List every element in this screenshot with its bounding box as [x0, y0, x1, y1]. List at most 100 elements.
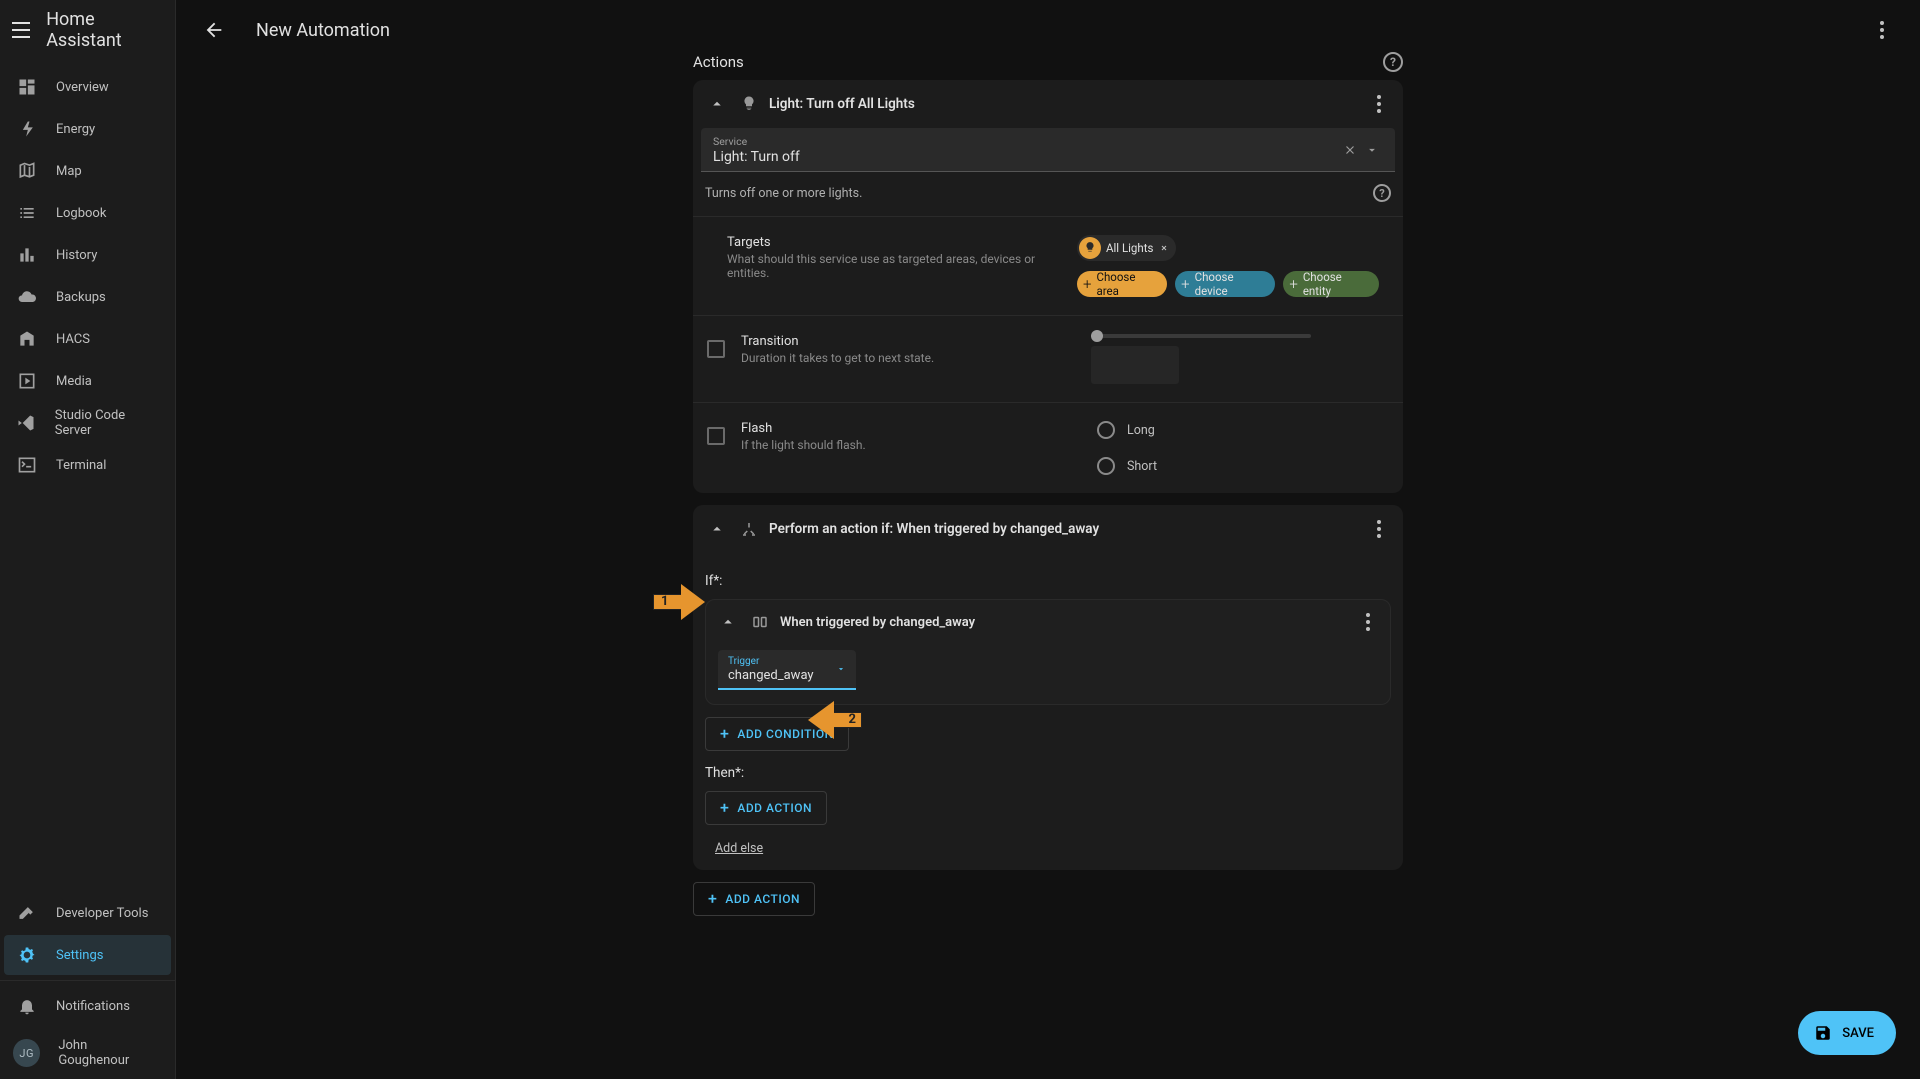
- plus-icon: +: [708, 894, 717, 904]
- targets-title: Targets: [727, 235, 1077, 250]
- choose-area-chip[interactable]: +Choose area: [1077, 271, 1167, 297]
- sidebar-item-map[interactable]: Map: [4, 151, 171, 191]
- sidebar-item-notifications[interactable]: Notifications: [4, 986, 171, 1026]
- bell-icon: [16, 995, 38, 1017]
- chevron-up-icon: [708, 95, 726, 113]
- map-icon: [16, 160, 38, 182]
- chevron-down-icon: [836, 662, 846, 678]
- clear-button[interactable]: [1339, 139, 1361, 161]
- sidebar-item-devtools[interactable]: Developer Tools: [4, 893, 171, 933]
- card-title: Light: Turn off All Lights: [769, 96, 915, 112]
- choose-entity-chip[interactable]: +Choose entity: [1283, 271, 1379, 297]
- sidebar-item-hacs[interactable]: HACS: [4, 319, 171, 359]
- transition-slider[interactable]: [1091, 334, 1311, 338]
- sidebar-item-settings[interactable]: Settings: [4, 935, 171, 975]
- help-icon[interactable]: ?: [1373, 184, 1391, 202]
- if-label: If*:: [705, 573, 1391, 589]
- sidebar-item-media[interactable]: Media: [4, 361, 171, 401]
- radio-label: Long: [1127, 423, 1155, 438]
- card-header: Light: Turn off All Lights: [693, 80, 1403, 128]
- menu-icon[interactable]: [12, 22, 30, 38]
- transition-value-input[interactable]: [1091, 346, 1179, 384]
- terminal-icon: [16, 454, 38, 476]
- more-vert-icon: [1377, 520, 1381, 538]
- chip-label: Choose device: [1195, 270, 1266, 298]
- targets-row: Targets What should this service use as …: [693, 217, 1403, 315]
- inner-more-button[interactable]: [1356, 610, 1380, 634]
- flash-sub: If the light should flash.: [741, 438, 1091, 452]
- collapse-button[interactable]: [705, 92, 729, 116]
- sidebar-item-user[interactable]: JG John Goughenour: [4, 1028, 171, 1078]
- sidebar-item-history[interactable]: History: [4, 235, 171, 275]
- sidebar-item-studio-code[interactable]: Studio Code Server: [4, 403, 171, 443]
- brand-title: Home Assistant: [46, 9, 163, 51]
- card-body: If*: When triggered by changed_away: [693, 553, 1403, 870]
- service-select[interactable]: Service Light: Turn off: [701, 128, 1395, 172]
- nav-label: Overview: [56, 80, 109, 95]
- plus-icon: +: [720, 803, 729, 813]
- chip-remove-button[interactable]: [1160, 241, 1168, 255]
- nav-label: Backups: [56, 290, 106, 305]
- bolt-icon: [16, 118, 38, 140]
- sidebar-item-logbook[interactable]: Logbook: [4, 193, 171, 233]
- flash-short-radio[interactable]: Short: [1097, 457, 1157, 475]
- target-chip-all-lights[interactable]: All Lights: [1077, 235, 1176, 261]
- add-action-inner-button[interactable]: + ADD ACTION: [705, 791, 827, 825]
- sidebar-item-backups[interactable]: Backups: [4, 277, 171, 317]
- nav-label: Studio Code Server: [55, 408, 159, 438]
- hacs-icon: [16, 328, 38, 350]
- collapse-button[interactable]: [716, 610, 740, 634]
- trigger-label: Trigger: [728, 656, 836, 667]
- sidebar-item-terminal[interactable]: Terminal: [4, 445, 171, 485]
- nav-label: Map: [56, 164, 82, 179]
- nav-label: Terminal: [56, 458, 106, 473]
- gear-icon: [16, 944, 38, 966]
- condition-card: When triggered by changed_away Trigger c…: [705, 599, 1391, 705]
- flash-title: Flash: [741, 421, 1091, 436]
- more-vert-icon: [1377, 95, 1381, 113]
- collapse-button[interactable]: [705, 517, 729, 541]
- add-condition-button[interactable]: + ADD CONDITION: [705, 717, 849, 751]
- nav-label: Developer Tools: [56, 906, 148, 921]
- section-header: Actions ?: [693, 52, 1403, 72]
- transition-title: Transition: [741, 334, 1091, 349]
- service-description-row: Turns off one or more lights. ?: [693, 180, 1403, 216]
- inner-header: When triggered by changed_away: [706, 600, 1390, 644]
- close-icon: [1160, 244, 1168, 252]
- chip-label: All Lights: [1106, 241, 1153, 255]
- dropdown-button[interactable]: [1361, 139, 1383, 161]
- flash-checkbox[interactable]: [707, 427, 725, 445]
- lightbulb-icon: [1079, 237, 1101, 259]
- chevron-down-icon: [1365, 143, 1379, 157]
- transition-checkbox[interactable]: [707, 340, 725, 358]
- choose-device-chip[interactable]: +Choose device: [1175, 271, 1275, 297]
- radio-icon: [1097, 457, 1115, 475]
- hammer-icon: [16, 902, 38, 924]
- transition-row: Transition Duration it takes to get to n…: [693, 316, 1403, 402]
- add-action-outer-button[interactable]: + ADD ACTION: [693, 882, 815, 916]
- service-description: Turns off one or more lights.: [705, 186, 862, 201]
- dashboard-icon: [16, 76, 38, 98]
- play-icon: [16, 370, 38, 392]
- chevron-up-icon: [719, 613, 737, 631]
- branch-icon: [739, 519, 759, 539]
- chip-label: Choose entity: [1303, 270, 1369, 298]
- flash-row: Flash If the light should flash. Long Sh…: [693, 403, 1403, 493]
- card-more-button[interactable]: [1367, 92, 1391, 116]
- list-icon: [16, 202, 38, 224]
- flash-long-radio[interactable]: Long: [1097, 421, 1157, 439]
- radio-label: Short: [1127, 459, 1157, 474]
- sidebar-item-overview[interactable]: Overview: [4, 67, 171, 107]
- sidebar: Home Assistant Overview Energy Map Logbo…: [0, 0, 176, 1079]
- add-else-link[interactable]: Add else: [715, 841, 763, 856]
- nav-label: Notifications: [56, 999, 130, 1014]
- nav-label: Media: [56, 374, 92, 389]
- plus-icon: +: [720, 729, 729, 739]
- sidebar-nav: Overview Energy Map Logbook History Back…: [0, 60, 175, 1079]
- save-button[interactable]: SAVE: [1798, 1011, 1896, 1055]
- help-icon[interactable]: ?: [1383, 52, 1403, 72]
- card-more-button[interactable]: [1367, 517, 1391, 541]
- button-label: ADD ACTION: [725, 892, 800, 906]
- sidebar-item-energy[interactable]: Energy: [4, 109, 171, 149]
- trigger-select[interactable]: Trigger changed_away: [718, 650, 856, 690]
